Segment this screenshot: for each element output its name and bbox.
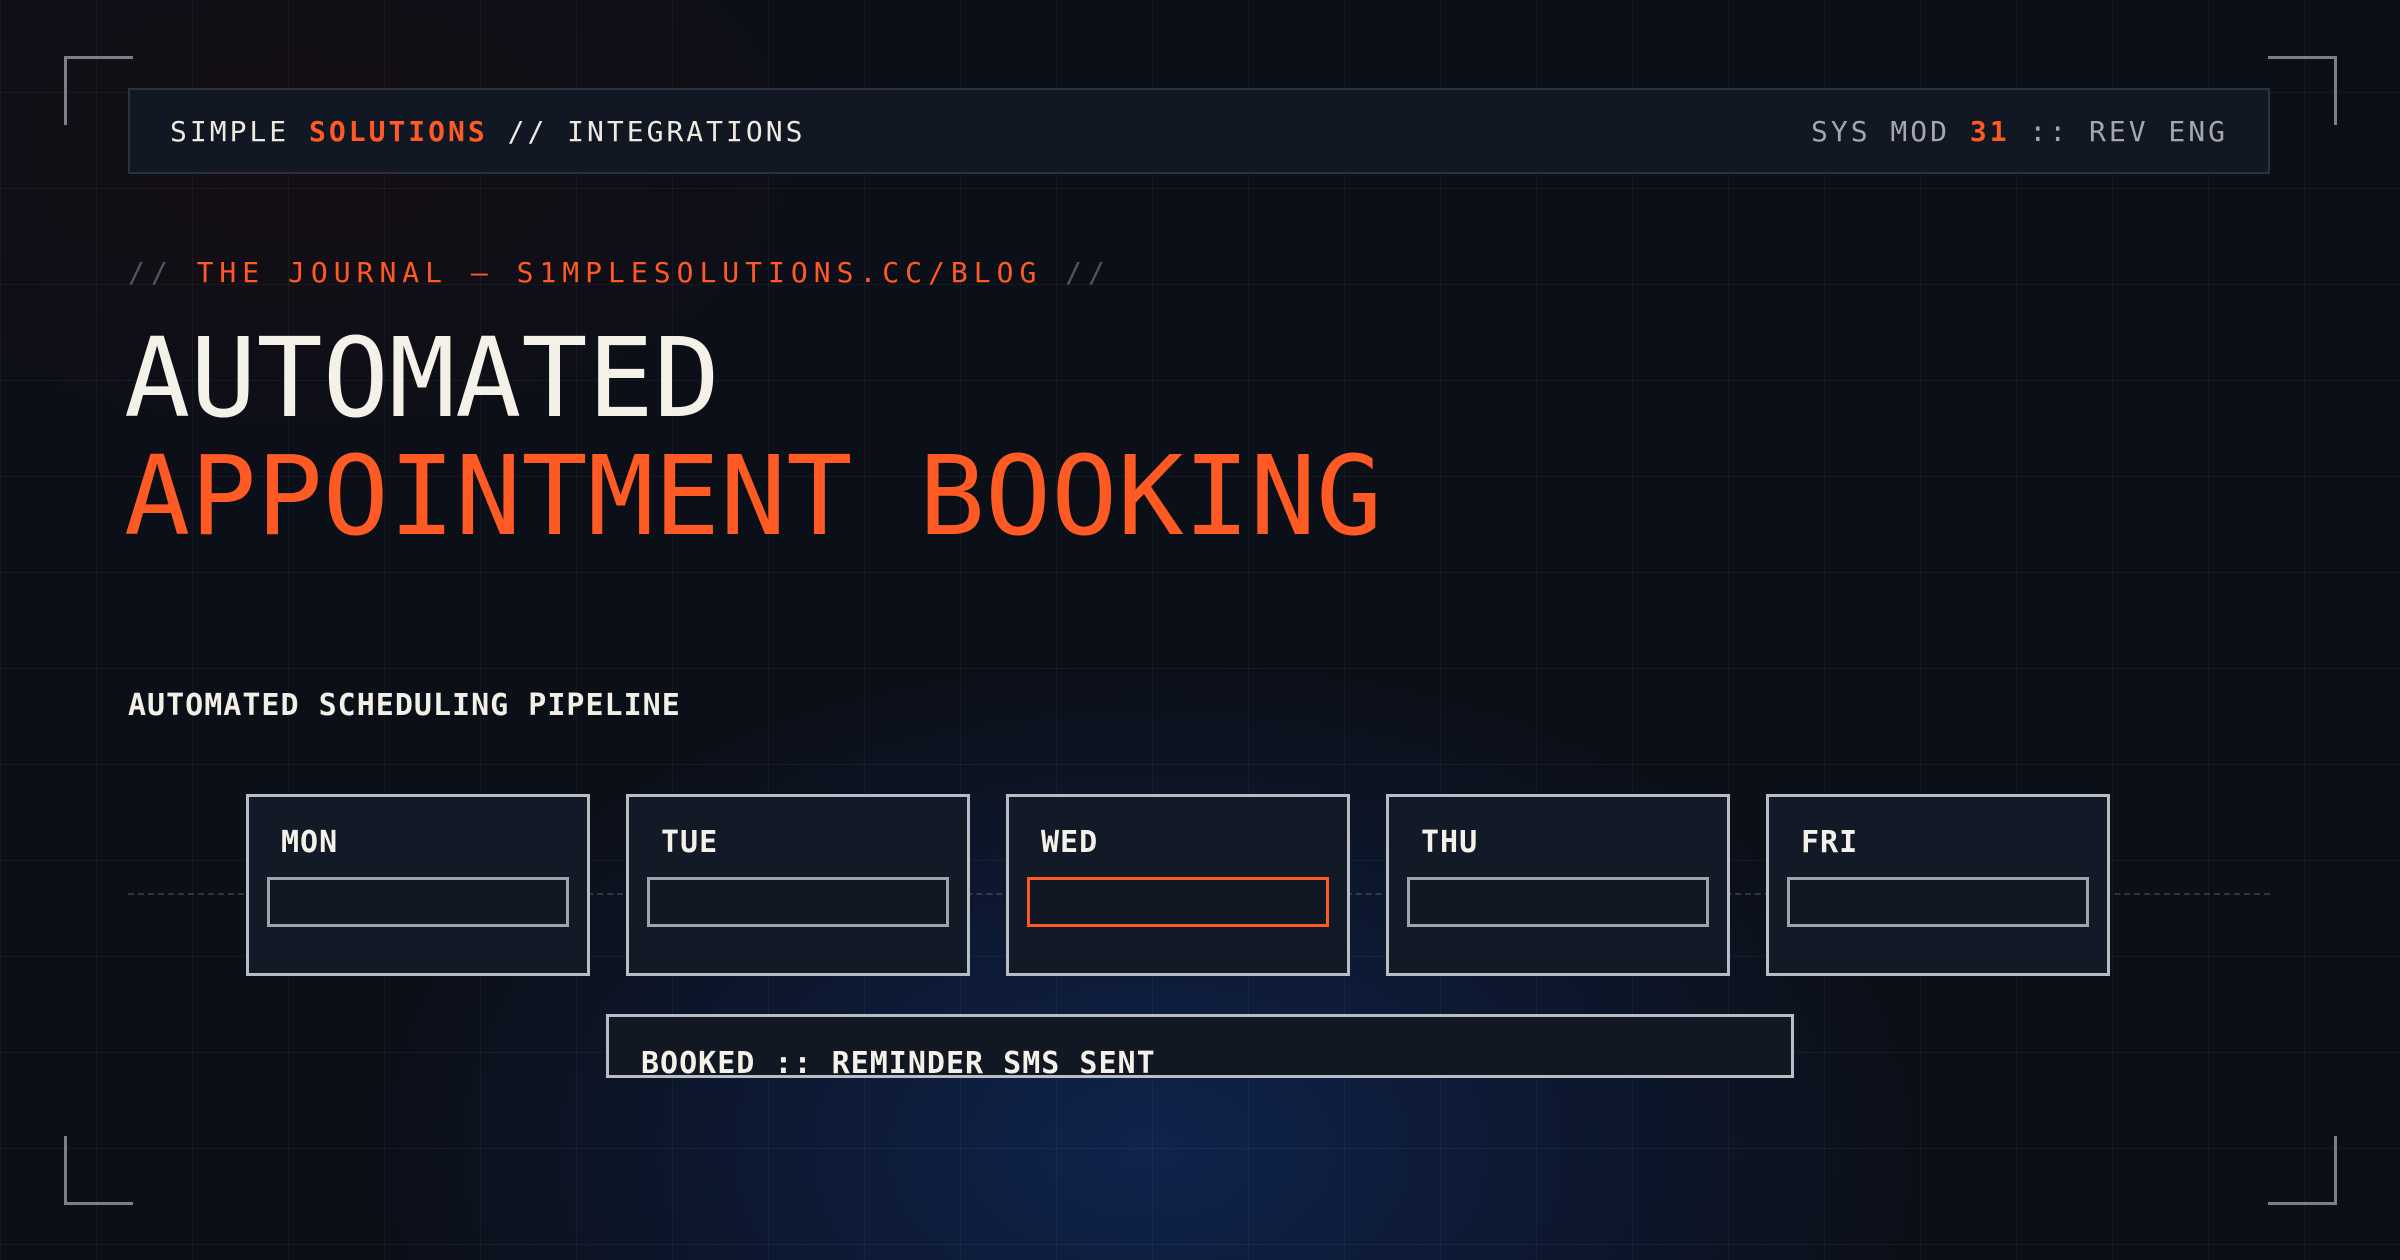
corner-bracket-top-left xyxy=(64,56,133,125)
day-card-wed: WED xyxy=(1006,794,1350,976)
brand-word-solutions: SOLUTIONS xyxy=(309,114,488,148)
time-slot xyxy=(267,877,569,927)
corner-bracket-bottom-left xyxy=(64,1136,133,1205)
time-slot-booked xyxy=(1027,877,1329,927)
sys-prefix: SYS MOD xyxy=(1810,114,1970,148)
time-slot xyxy=(1407,877,1709,927)
pipeline-label: AUTOMATED SCHEDULING PIPELINE xyxy=(128,688,681,723)
corner-bracket-top-right xyxy=(2268,56,2337,125)
page-title-line-2: APPOINTMENT BOOKING xyxy=(124,432,1383,560)
time-slot xyxy=(1787,877,2089,927)
day-name: FRI xyxy=(1801,825,1859,860)
header-bar: SIMPLE SOLUTIONS // INTEGRATIONS SYS MOD… xyxy=(128,88,2270,174)
day-name: WED xyxy=(1041,825,1099,860)
day-cards: MON TUE WED THU FRI xyxy=(246,794,2110,976)
brand-suffix: // INTEGRATIONS xyxy=(487,114,806,148)
kicker-text: THE JOURNAL — S1MPLESOLUTIONS.CC/BLOG xyxy=(196,256,1043,289)
day-name: THU xyxy=(1421,825,1479,860)
day-card-tue: TUE xyxy=(626,794,970,976)
day-name: TUE xyxy=(661,825,719,860)
sys-suffix: :: REV ENG xyxy=(2009,114,2228,148)
sys-number: 31 xyxy=(1969,114,2010,148)
corner-bracket-bottom-right xyxy=(2268,1136,2337,1205)
journal-kicker: // THE JOURNAL — S1MPLESOLUTIONS.CC/BLOG… xyxy=(128,256,1111,289)
page-title-line-1: AUTOMATED xyxy=(124,314,721,442)
brand-word-simple: SIMPLE xyxy=(170,114,310,148)
system-module-label: SYS MOD 31 :: REV ENG xyxy=(1811,115,2228,148)
day-card-fri: FRI xyxy=(1766,794,2110,976)
time-slot xyxy=(647,877,949,927)
booking-status-text: BOOKED :: REMINDER SMS SENT xyxy=(641,1046,1156,1078)
day-name: MON xyxy=(281,825,339,860)
kicker-open: // xyxy=(128,256,197,289)
booking-status-bar: BOOKED :: REMINDER SMS SENT xyxy=(606,1014,1794,1078)
day-card-mon: MON xyxy=(246,794,590,976)
brand-label: SIMPLE SOLUTIONS // INTEGRATIONS xyxy=(170,115,805,148)
kicker-close: // xyxy=(1042,256,1111,289)
day-card-thu: THU xyxy=(1386,794,1730,976)
